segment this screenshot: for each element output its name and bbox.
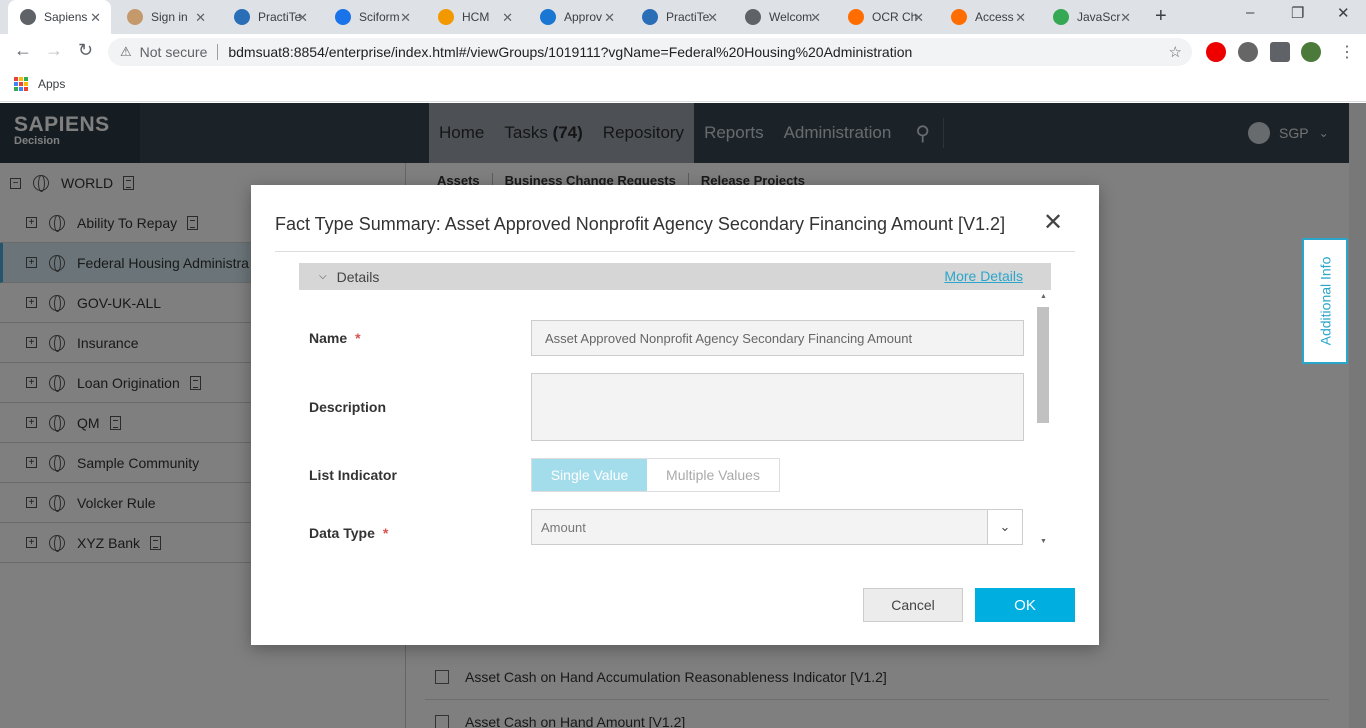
tab-favicon-icon <box>234 9 250 25</box>
close-icon[interactable]: ✕ <box>1043 211 1063 235</box>
window-close-icon[interactable]: ✕ <box>1337 4 1350 22</box>
menu-kebab-icon[interactable]: ⋮ <box>1339 42 1355 62</box>
tab-close-icon[interactable]: ✕ <box>1120 10 1131 26</box>
new-tab-button[interactable]: + <box>1155 5 1167 28</box>
tab-close-icon[interactable]: ✕ <box>90 10 101 26</box>
browser-tab[interactable]: Sign in ✕ <box>115 0 216 34</box>
browser-tab[interactable]: HCM ✕ <box>426 0 523 34</box>
warning-icon: ⚠ <box>120 44 132 59</box>
profile-avatar[interactable] <box>1301 42 1321 62</box>
browser-tab[interactable]: Sciform ✕ <box>323 0 421 34</box>
tab-favicon-icon <box>951 9 967 25</box>
additional-info-tab[interactable]: Additional Info <box>1302 238 1348 364</box>
browser-tab[interactable]: Welcom ✕ <box>733 0 831 34</box>
browser-tab[interactable]: OCR Ch ✕ <box>836 0 934 34</box>
reload-icon[interactable]: ↻ <box>78 40 93 61</box>
security-label: Not secure <box>139 44 208 60</box>
tab-close-icon[interactable]: ✕ <box>502 10 513 26</box>
tab-favicon-icon <box>1053 9 1069 25</box>
tab-favicon-icon <box>745 9 761 25</box>
tab-close-icon[interactable]: ✕ <box>707 10 718 26</box>
single-value-option[interactable]: Single Value <box>532 459 647 491</box>
data-type-value: Amount <box>541 519 586 535</box>
tab-favicon-icon <box>642 9 658 25</box>
data-type-select[interactable]: Amount ⌄ <box>531 509 1023 545</box>
required-marker: * <box>382 525 389 541</box>
tab-close-icon[interactable]: ✕ <box>810 10 821 26</box>
description-label: Description <box>309 399 387 415</box>
address-bar[interactable]: ⚠ Not secure bdmsuat8:8854/enterprise/in… <box>108 38 1192 66</box>
browser-tab[interactable]: JavaScr ✕ <box>1041 0 1141 34</box>
extension-icon[interactable] <box>1238 42 1258 62</box>
bookmarks-bar: Apps <box>0 70 1366 102</box>
description-field[interactable] <box>531 373 1024 441</box>
chevron-down-icon: ⌵ <box>319 271 327 282</box>
additional-info-label: Additional Info <box>1317 256 1334 346</box>
tab-close-icon[interactable]: ✕ <box>297 10 308 26</box>
bookmark-star-icon[interactable]: ☆ <box>1169 43 1182 61</box>
tab-favicon-icon <box>438 9 454 25</box>
dialog-scrollbar[interactable]: ▲ ▼ <box>1035 291 1051 550</box>
puzzle-icon[interactable] <box>1270 42 1290 62</box>
tab-favicon-icon <box>20 9 36 25</box>
tab-label: Sign in <box>151 10 188 24</box>
forward-icon[interactable]: → <box>45 40 63 61</box>
list-indicator-toggle: Single Value Multiple Values <box>531 458 780 492</box>
tab-favicon-icon <box>540 9 556 25</box>
browser-tab[interactable]: Sapiens ✕ <box>8 0 111 34</box>
chevron-down-icon[interactable]: ⌄ <box>987 510 1022 544</box>
scroll-down-icon[interactable]: ▼ <box>1040 538 1047 545</box>
maximize-icon[interactable]: ❐ <box>1291 4 1304 22</box>
tab-close-icon[interactable]: ✕ <box>604 10 615 26</box>
name-field[interactable]: Asset Approved Nonprofit Agency Secondar… <box>531 320 1024 356</box>
browser-tabstrip: Sapiens ✕ Sign in ✕ PractiTe ✕ Sciform ✕ HCM ✕ App… <box>0 0 1366 34</box>
more-details-link[interactable]: More Details <box>944 268 1023 284</box>
browser-tab[interactable]: Access ✕ <box>939 0 1036 34</box>
name-label: Name * <box>309 330 361 346</box>
apps-bookmark[interactable]: Apps <box>14 77 65 91</box>
tab-close-icon[interactable]: ✕ <box>1015 10 1026 26</box>
extension-icon[interactable] <box>1206 42 1226 62</box>
tab-close-icon[interactable]: ✕ <box>913 10 924 26</box>
browser-toolbar: ← → ↻ ⚠ Not secure bdmsuat8:8854/enterpr… <box>0 34 1366 70</box>
tab-favicon-icon <box>127 9 143 25</box>
tab-favicon-icon <box>335 9 351 25</box>
tab-close-icon[interactable]: ✕ <box>400 10 411 26</box>
dialog-title: Fact Type Summary: Asset Approved Nonpro… <box>275 214 1006 234</box>
fact-type-summary-dialog: Fact Type Summary: Asset Approved Nonpro… <box>251 185 1099 645</box>
back-icon[interactable]: ← <box>14 40 32 61</box>
minimize-icon[interactable]: – <box>1246 4 1254 21</box>
details-section-header[interactable]: ⌵ Details More Details <box>299 263 1051 290</box>
tab-close-icon[interactable]: ✕ <box>195 10 206 26</box>
list-indicator-label: List Indicator <box>309 467 397 483</box>
tab-favicon-icon <box>848 9 864 25</box>
ok-button[interactable]: OK <box>975 588 1075 622</box>
multiple-values-option[interactable]: Multiple Values <box>647 459 779 491</box>
cancel-button[interactable]: Cancel <box>863 588 963 622</box>
browser-tab[interactable]: PractiTe ✕ <box>222 0 318 34</box>
browser-tab[interactable]: Approv ✕ <box>528 0 625 34</box>
tab-label: Sapiens <box>44 10 88 24</box>
required-marker: * <box>355 330 361 346</box>
browser-tab[interactable]: PractiTe ✕ <box>630 0 728 34</box>
scroll-up-icon[interactable]: ▲ <box>1040 293 1047 300</box>
section-title: Details <box>336 268 380 285</box>
data-type-label: Data Type * <box>309 525 389 541</box>
url-text: bdmsuat8:8854/enterprise/index.html#/vie… <box>228 44 913 60</box>
apps-grid-icon <box>14 77 28 91</box>
apps-label: Apps <box>38 77 66 91</box>
